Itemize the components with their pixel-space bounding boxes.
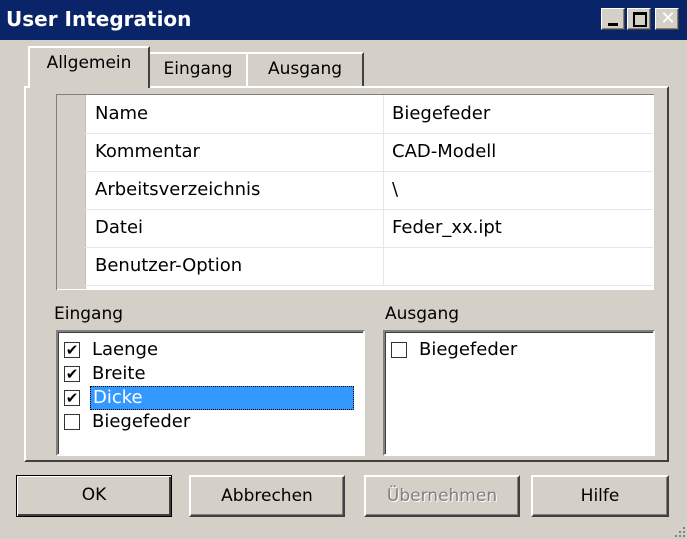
- property-key: Benutzer-Option: [95, 255, 243, 276]
- property-row-kommentar[interactable]: Kommentar CAD-Modell: [85, 133, 653, 172]
- user-integration-dialog: User Integration ✕ Allgemein Eingang Aus…: [0, 0, 687, 539]
- property-value[interactable]: \: [383, 171, 651, 209]
- property-value[interactable]: CAD-Modell: [383, 133, 651, 171]
- property-row-datei[interactable]: Datei Feder_xx.ipt: [85, 209, 653, 248]
- property-row-name[interactable]: Name Biegefeder: [85, 95, 653, 134]
- property-grid: Name Biegefeder Kommentar CAD-Modell Arb…: [56, 94, 654, 290]
- checkbox[interactable]: [64, 414, 80, 430]
- eingang-listbox[interactable]: ✔ Laenge ✔ Breite ✔ Dicke Biegefeder: [56, 330, 365, 456]
- property-key: Name: [95, 103, 149, 124]
- property-key: Datei: [95, 217, 144, 238]
- property-value[interactable]: [383, 247, 651, 285]
- list-item-label: Breite: [92, 363, 146, 384]
- window-title: User Integration: [6, 7, 192, 31]
- cancel-button[interactable]: Abbrechen: [189, 475, 345, 517]
- list-item-label: Dicke: [90, 386, 354, 410]
- checkbox[interactable]: ✔: [64, 366, 80, 382]
- list-item-label: Laenge: [92, 339, 159, 360]
- property-grid-gutter: [57, 95, 86, 289]
- maximize-button[interactable]: [627, 8, 651, 30]
- eingang-label: Eingang: [54, 304, 124, 324]
- help-button[interactable]: Hilfe: [531, 475, 669, 517]
- list-item[interactable]: ✔ Laenge: [64, 338, 360, 362]
- tab-ausgang[interactable]: Ausgang: [246, 52, 364, 86]
- close-button[interactable]: ✕: [655, 8, 679, 30]
- close-icon: ✕: [660, 8, 676, 29]
- checkbox[interactable]: [391, 342, 407, 358]
- list-item-label: Biegefeder: [419, 339, 518, 360]
- ok-button[interactable]: OK: [16, 475, 172, 517]
- title-bar[interactable]: User Integration ✕: [0, 0, 687, 40]
- minimize-button[interactable]: [601, 8, 625, 30]
- property-key: Kommentar: [95, 141, 200, 162]
- list-item[interactable]: ✔ Breite: [64, 362, 360, 386]
- tab-allgemein[interactable]: Allgemein: [28, 46, 150, 88]
- resize-grip-icon[interactable]: [671, 523, 687, 539]
- apply-button[interactable]: Übernehmen: [364, 475, 520, 517]
- maximize-icon: [633, 12, 647, 27]
- checkbox[interactable]: ✔: [64, 342, 80, 358]
- tab-eingang[interactable]: Eingang: [148, 52, 248, 86]
- minimize-icon: [608, 23, 618, 26]
- ausgang-listbox[interactable]: Biegefeder: [383, 330, 655, 456]
- list-item-label: Biegefeder: [92, 411, 191, 432]
- property-row-arbeitsverzeichnis[interactable]: Arbeitsverzeichnis \: [85, 171, 653, 210]
- list-item-selected[interactable]: ✔ Dicke: [64, 386, 360, 410]
- checkbox[interactable]: ✔: [64, 390, 80, 406]
- ausgang-label: Ausgang: [385, 304, 460, 324]
- list-item[interactable]: Biegefeder: [64, 410, 360, 434]
- property-value[interactable]: Feder_xx.ipt: [383, 209, 651, 247]
- property-value[interactable]: Biegefeder: [383, 95, 651, 133]
- list-item[interactable]: Biegefeder: [391, 338, 649, 362]
- property-key: Arbeitsverzeichnis: [95, 179, 261, 200]
- property-row-benutzer-option[interactable]: Benutzer-Option: [85, 247, 653, 286]
